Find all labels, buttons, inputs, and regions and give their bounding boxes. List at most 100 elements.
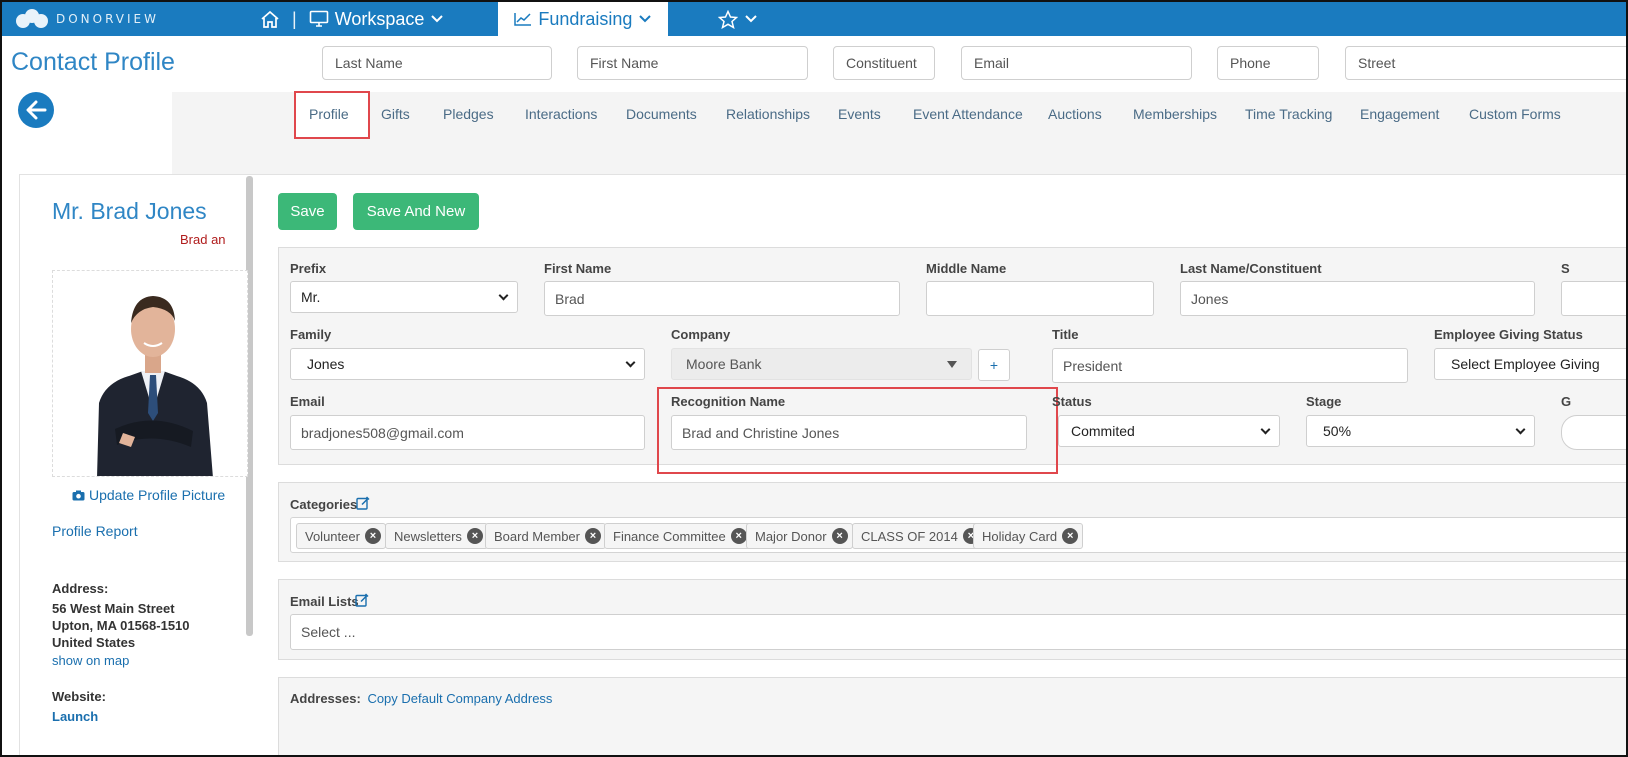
tab-memberships[interactable]: Memberships <box>1133 106 1217 122</box>
brand-name: DONORVIEW <box>56 12 159 26</box>
edit-icon[interactable] <box>355 593 369 607</box>
home-button[interactable] <box>252 2 288 36</box>
prefix-label: Prefix <box>290 261 327 276</box>
email-lists-select[interactable]: Select ... <box>290 614 1626 650</box>
tab-auctions[interactable]: Auctions <box>1048 106 1102 122</box>
category-tag-label: Holiday Card <box>982 528 1058 544</box>
company-label: Company <box>671 327 731 342</box>
stage-label: Stage <box>1306 394 1342 409</box>
employee-giving-select[interactable]: Select Employee Giving <box>1434 348 1626 380</box>
middle-name-field[interactable] <box>926 281 1154 316</box>
address-line-street: 56 West Main Street <box>52 601 175 616</box>
recognition-name-value: Brad and Christine Jones <box>682 424 840 441</box>
remove-tag-icon[interactable]: × <box>730 528 747 544</box>
category-tag: Major Donor × <box>746 523 853 549</box>
first-name-field[interactable]: Brad <box>544 281 900 316</box>
category-tag: Board Member × <box>485 523 606 549</box>
category-tag-label: Major Donor <box>755 528 827 544</box>
email-field[interactable]: bradjones508@gmail.com <box>290 415 645 450</box>
profile-photo-person <box>97 296 213 476</box>
suffix-field[interactable] <box>1561 281 1626 316</box>
tab-events[interactable]: Events <box>838 106 881 122</box>
fundraising-menu[interactable]: Fundraising <box>498 2 669 36</box>
save-button[interactable]: Save <box>278 193 337 230</box>
street-search-input[interactable] <box>1345 46 1626 80</box>
trend-chart-icon <box>514 13 532 26</box>
tab-engagement[interactable]: Engagement <box>1360 106 1439 122</box>
company-select[interactable]: Moore Bank <box>671 348 972 380</box>
addresses-row: Addresses: Copy Default Company Address <box>290 691 552 706</box>
fundraising-label: Fundraising <box>538 8 633 29</box>
arrow-left-icon <box>26 100 47 120</box>
email-value: bradjones508@gmail.com <box>301 424 464 441</box>
email-search-input[interactable] <box>961 46 1192 80</box>
last-name-field[interactable]: Jones <box>1180 281 1535 316</box>
chevron-down-icon <box>745 15 758 23</box>
address-line-country: United States <box>52 635 136 650</box>
categories-tags-input[interactable]: Volunteer × Newsletters × Board Member × Fi… <box>290 517 1626 553</box>
donorview-logo[interactable]: DONORVIEW <box>14 8 159 30</box>
tab-pledges[interactable]: Pledges <box>443 106 494 122</box>
stage-value: 50% <box>1323 423 1352 439</box>
email-lists-placeholder: Select ... <box>301 624 356 640</box>
employee-giving-label: Employee Giving Status <box>1434 327 1583 342</box>
remove-tag-icon[interactable]: × <box>831 528 848 544</box>
tab-event-attendance[interactable]: Event Attendance <box>913 106 1023 122</box>
category-tag-label: Volunteer <box>305 528 360 544</box>
remove-tag-icon[interactable]: × <box>466 528 483 544</box>
prefix-value: Mr. <box>301 289 321 305</box>
workspace-label: Workspace <box>334 8 425 29</box>
tab-custom-forms[interactable]: Custom Forms <box>1469 106 1561 122</box>
favorites-menu[interactable] <box>710 2 766 36</box>
show-on-map-link[interactable]: show on map <box>52 653 129 668</box>
tab-interactions[interactable]: Interactions <box>525 106 597 122</box>
save-and-new-button[interactable]: Save And New <box>353 193 479 230</box>
profile-picture <box>52 270 248 477</box>
website-launch-link[interactable]: Launch <box>52 709 98 724</box>
profile-report-link[interactable]: Profile Report <box>52 523 138 539</box>
extra-toggle[interactable] <box>1561 415 1626 450</box>
remove-tag-icon[interactable]: × <box>364 528 381 544</box>
title-label: Title <box>1052 327 1079 342</box>
last-name-value: Jones <box>1191 290 1229 307</box>
tab-time-tracking[interactable]: Time Tracking <box>1245 106 1332 122</box>
tab-documents[interactable]: Documents <box>626 106 697 122</box>
tab-gifts[interactable]: Gifts <box>381 106 410 122</box>
tab-relationships[interactable]: Relationships <box>726 106 810 122</box>
last-name-search-input[interactable] <box>322 46 552 80</box>
prefix-select[interactable]: Mr. <box>290 281 518 313</box>
workspace-menu[interactable]: Workspace <box>301 2 453 36</box>
first-name-label: First Name <box>544 261 612 276</box>
update-profile-picture-link[interactable]: Update Profile Picture <box>72 487 225 503</box>
remove-tag-icon[interactable]: × <box>1062 528 1079 544</box>
edit-icon[interactable] <box>356 496 370 510</box>
remove-tag-icon[interactable]: × <box>584 528 601 544</box>
company-value: Moore Bank <box>686 356 762 372</box>
camera-icon <box>72 490 85 500</box>
recognition-name-label: Recognition Name <box>671 394 786 409</box>
addresses-label: Addresses: <box>290 691 361 706</box>
status-select[interactable]: Commited <box>1058 415 1280 447</box>
dropdown-triangle-icon <box>947 360 957 368</box>
chevron-down-icon <box>1260 424 1271 434</box>
copy-company-address-link[interactable]: Copy Default Company Address <box>367 691 552 706</box>
category-tag: Newsletters × <box>385 523 488 549</box>
status-value: Commited <box>1071 423 1135 439</box>
first-name-search-input[interactable] <box>577 46 808 80</box>
title-field[interactable]: President <box>1052 348 1408 383</box>
suffix-label: S <box>1561 261 1570 276</box>
home-icon <box>261 10 279 28</box>
logo-mark-icon <box>14 8 50 30</box>
chevron-down-icon <box>625 357 636 367</box>
add-company-button[interactable]: + <box>978 349 1010 381</box>
category-tag-label: Newsletters <box>394 528 462 544</box>
family-select[interactable]: Jones <box>290 348 645 380</box>
phone-search-input[interactable] <box>1217 46 1319 80</box>
stage-select[interactable]: 50% <box>1306 415 1535 447</box>
constituent-id-search-input[interactable] <box>833 46 935 80</box>
recognition-name-field[interactable]: Brad and Christine Jones <box>671 415 1027 450</box>
tab-profile[interactable]: Profile <box>309 106 349 122</box>
nav-separator: | <box>292 8 297 29</box>
back-button[interactable] <box>18 92 54 128</box>
address-label: Address: <box>52 581 109 596</box>
